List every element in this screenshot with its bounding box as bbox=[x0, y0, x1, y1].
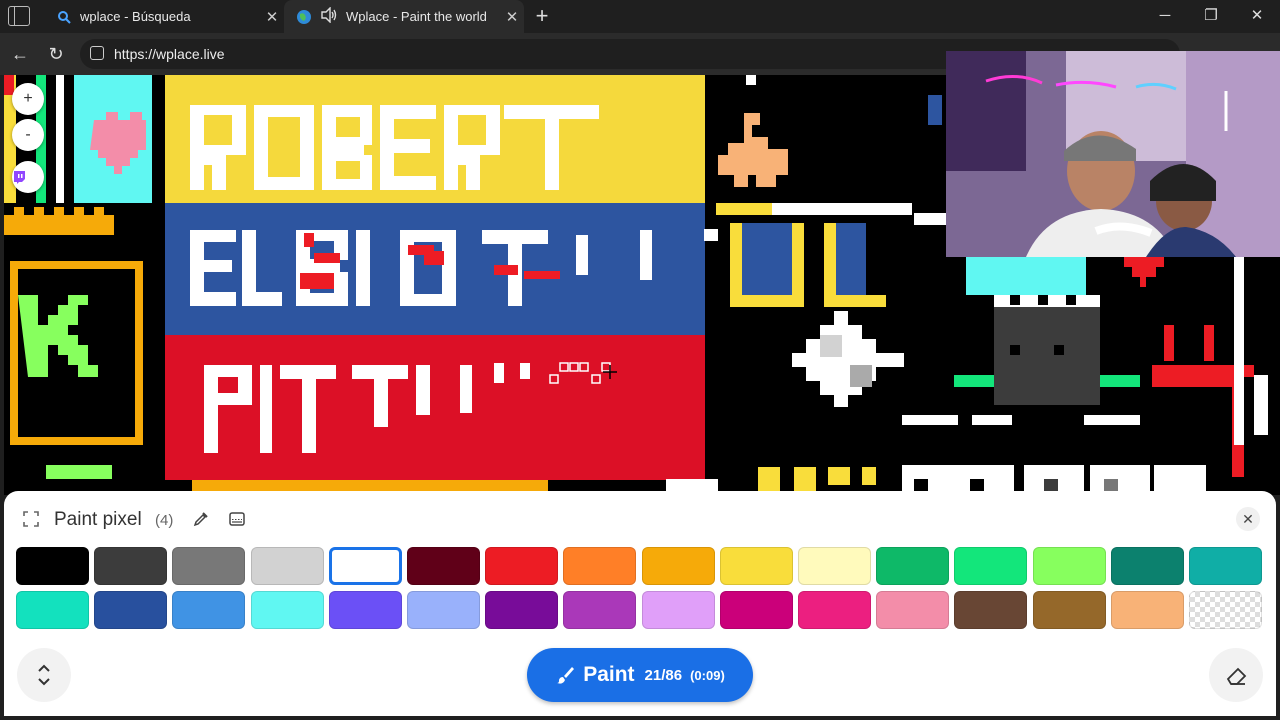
color-palette bbox=[16, 547, 1266, 633]
panel-title: Paint pixel bbox=[54, 509, 142, 530]
color-swatch[interactable] bbox=[719, 591, 793, 629]
toggle-panel-button[interactable] bbox=[17, 648, 71, 702]
tab-search[interactable]: wplace - Búsqueda ✕ bbox=[44, 0, 284, 33]
color-swatch[interactable] bbox=[172, 547, 246, 585]
pixel-count: (4) bbox=[155, 512, 174, 529]
color-swatch[interactable] bbox=[16, 547, 89, 585]
eraser-icon bbox=[1226, 667, 1247, 685]
tab-title: wplace - Búsqueda bbox=[80, 9, 191, 24]
color-swatch[interactable] bbox=[641, 591, 715, 629]
webcam-overlay bbox=[946, 51, 1280, 257]
new-tab-button[interactable]: + bbox=[530, 3, 554, 29]
globe-icon bbox=[296, 9, 312, 25]
color-swatch[interactable] bbox=[407, 547, 480, 585]
restore-icon[interactable]: ❐ bbox=[1188, 4, 1234, 28]
color-swatch-transparent[interactable] bbox=[1189, 591, 1262, 629]
chevron-updown-icon bbox=[38, 664, 50, 686]
paint-panel: Paint pixel (4) ✕ Paint 21/86 (0:09) bbox=[4, 491, 1276, 716]
eraser-button[interactable] bbox=[1209, 648, 1263, 702]
color-swatch[interactable] bbox=[1189, 547, 1262, 585]
color-swatch[interactable] bbox=[250, 547, 324, 585]
url-text: https://wplace.live bbox=[114, 46, 225, 62]
image-icon[interactable] bbox=[228, 510, 246, 528]
color-swatch[interactable] bbox=[16, 591, 89, 629]
color-swatch[interactable] bbox=[1032, 547, 1106, 585]
sidebar-toggle-icon[interactable] bbox=[8, 6, 30, 26]
search-icon bbox=[56, 9, 72, 25]
color-swatch[interactable] bbox=[172, 591, 246, 629]
site-info-icon[interactable] bbox=[90, 46, 104, 60]
color-swatch[interactable] bbox=[876, 547, 950, 585]
color-swatch[interactable] bbox=[328, 591, 402, 629]
color-swatch[interactable] bbox=[328, 547, 402, 585]
color-swatch[interactable] bbox=[954, 591, 1028, 629]
recharge-timer: (0:09) bbox=[690, 667, 725, 683]
color-swatch[interactable] bbox=[1110, 591, 1184, 629]
reload-icon[interactable]: ↻ bbox=[43, 41, 69, 67]
zoom-in-button[interactable]: + bbox=[12, 83, 44, 115]
color-swatch[interactable] bbox=[94, 547, 168, 585]
color-swatch[interactable] bbox=[641, 547, 715, 585]
panel-header: Paint pixel (4) ✕ bbox=[4, 491, 1276, 547]
eyedropper-icon[interactable] bbox=[192, 510, 210, 528]
color-swatch[interactable] bbox=[485, 547, 559, 585]
color-swatch[interactable] bbox=[954, 547, 1028, 585]
expand-icon[interactable] bbox=[22, 510, 40, 528]
color-swatch[interactable] bbox=[719, 547, 793, 585]
webcam-image bbox=[946, 51, 1280, 257]
color-swatch[interactable] bbox=[876, 591, 950, 629]
zoom-out-button[interactable]: - bbox=[12, 119, 44, 151]
charges-count: 21/86 bbox=[644, 666, 683, 684]
color-swatch[interactable] bbox=[407, 591, 480, 629]
color-swatch[interactable] bbox=[1110, 547, 1184, 585]
close-panel-button[interactable]: ✕ bbox=[1236, 507, 1260, 531]
tab-wplace[interactable]: Wplace - Paint the world ✕ bbox=[284, 0, 524, 33]
tab-bar: wplace - Búsqueda ✕ Wplace - Paint the w… bbox=[0, 0, 1280, 33]
color-swatch[interactable] bbox=[563, 547, 637, 585]
twitch-icon[interactable] bbox=[12, 161, 44, 193]
back-icon[interactable]: ← bbox=[7, 41, 33, 67]
color-swatch[interactable] bbox=[798, 547, 871, 585]
paint-label: Paint bbox=[583, 663, 635, 686]
color-swatch[interactable] bbox=[798, 591, 871, 629]
close-tab-icon[interactable]: ✕ bbox=[500, 8, 524, 26]
window-close-icon[interactable]: ✕ bbox=[1234, 4, 1280, 28]
color-swatch[interactable] bbox=[94, 591, 168, 629]
brush-icon bbox=[555, 665, 575, 685]
color-swatch[interactable] bbox=[563, 591, 637, 629]
speaker-icon[interactable] bbox=[320, 6, 338, 26]
close-tab-icon[interactable]: ✕ bbox=[260, 8, 284, 26]
color-swatch[interactable] bbox=[250, 591, 324, 629]
minimize-icon[interactable]: ─ bbox=[1142, 4, 1188, 28]
color-swatch[interactable] bbox=[1032, 591, 1106, 629]
color-swatch[interactable] bbox=[485, 591, 559, 629]
paint-button[interactable]: Paint 21/86 (0:09) bbox=[527, 648, 753, 702]
tab-title: Wplace - Paint the world bbox=[346, 9, 487, 24]
